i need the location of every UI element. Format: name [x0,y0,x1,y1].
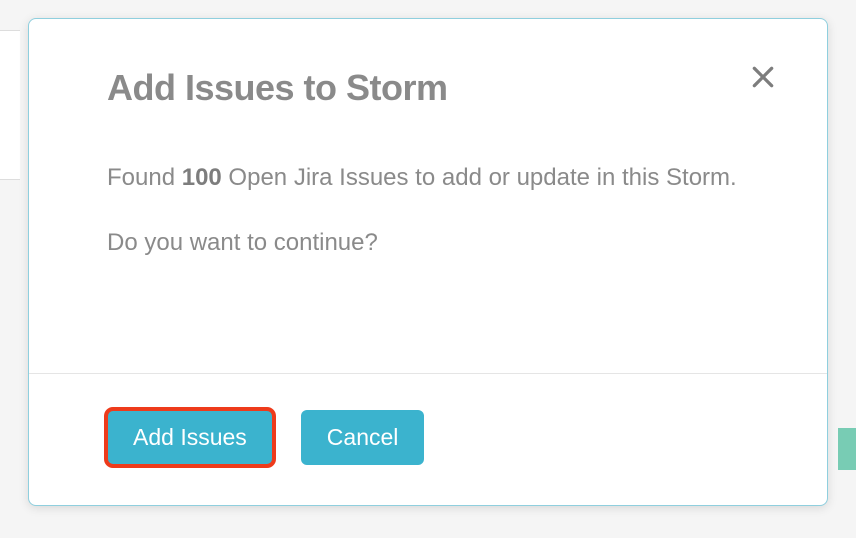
close-button[interactable] [747,61,779,93]
cancel-button[interactable]: Cancel [301,410,425,465]
confirm-prompt: Do you want to continue? [107,224,749,261]
modal-body: Add Issues to Storm Found 100 Open Jira … [29,19,827,373]
found-issues-message: Found 100 Open Jira Issues to add or upd… [107,159,749,196]
message-suffix: Open Jira Issues to add or update in thi… [222,164,737,191]
background-accent [838,428,856,470]
modal-footer: Add Issues Cancel [29,373,827,505]
modal-title: Add Issues to Storm [107,67,749,109]
close-icon [750,64,776,90]
background-panel [0,30,20,180]
issue-count: 100 [182,164,222,191]
message-prefix: Found [107,164,182,191]
add-issues-button[interactable]: Add Issues [107,410,273,465]
add-issues-modal: Add Issues to Storm Found 100 Open Jira … [28,18,828,506]
